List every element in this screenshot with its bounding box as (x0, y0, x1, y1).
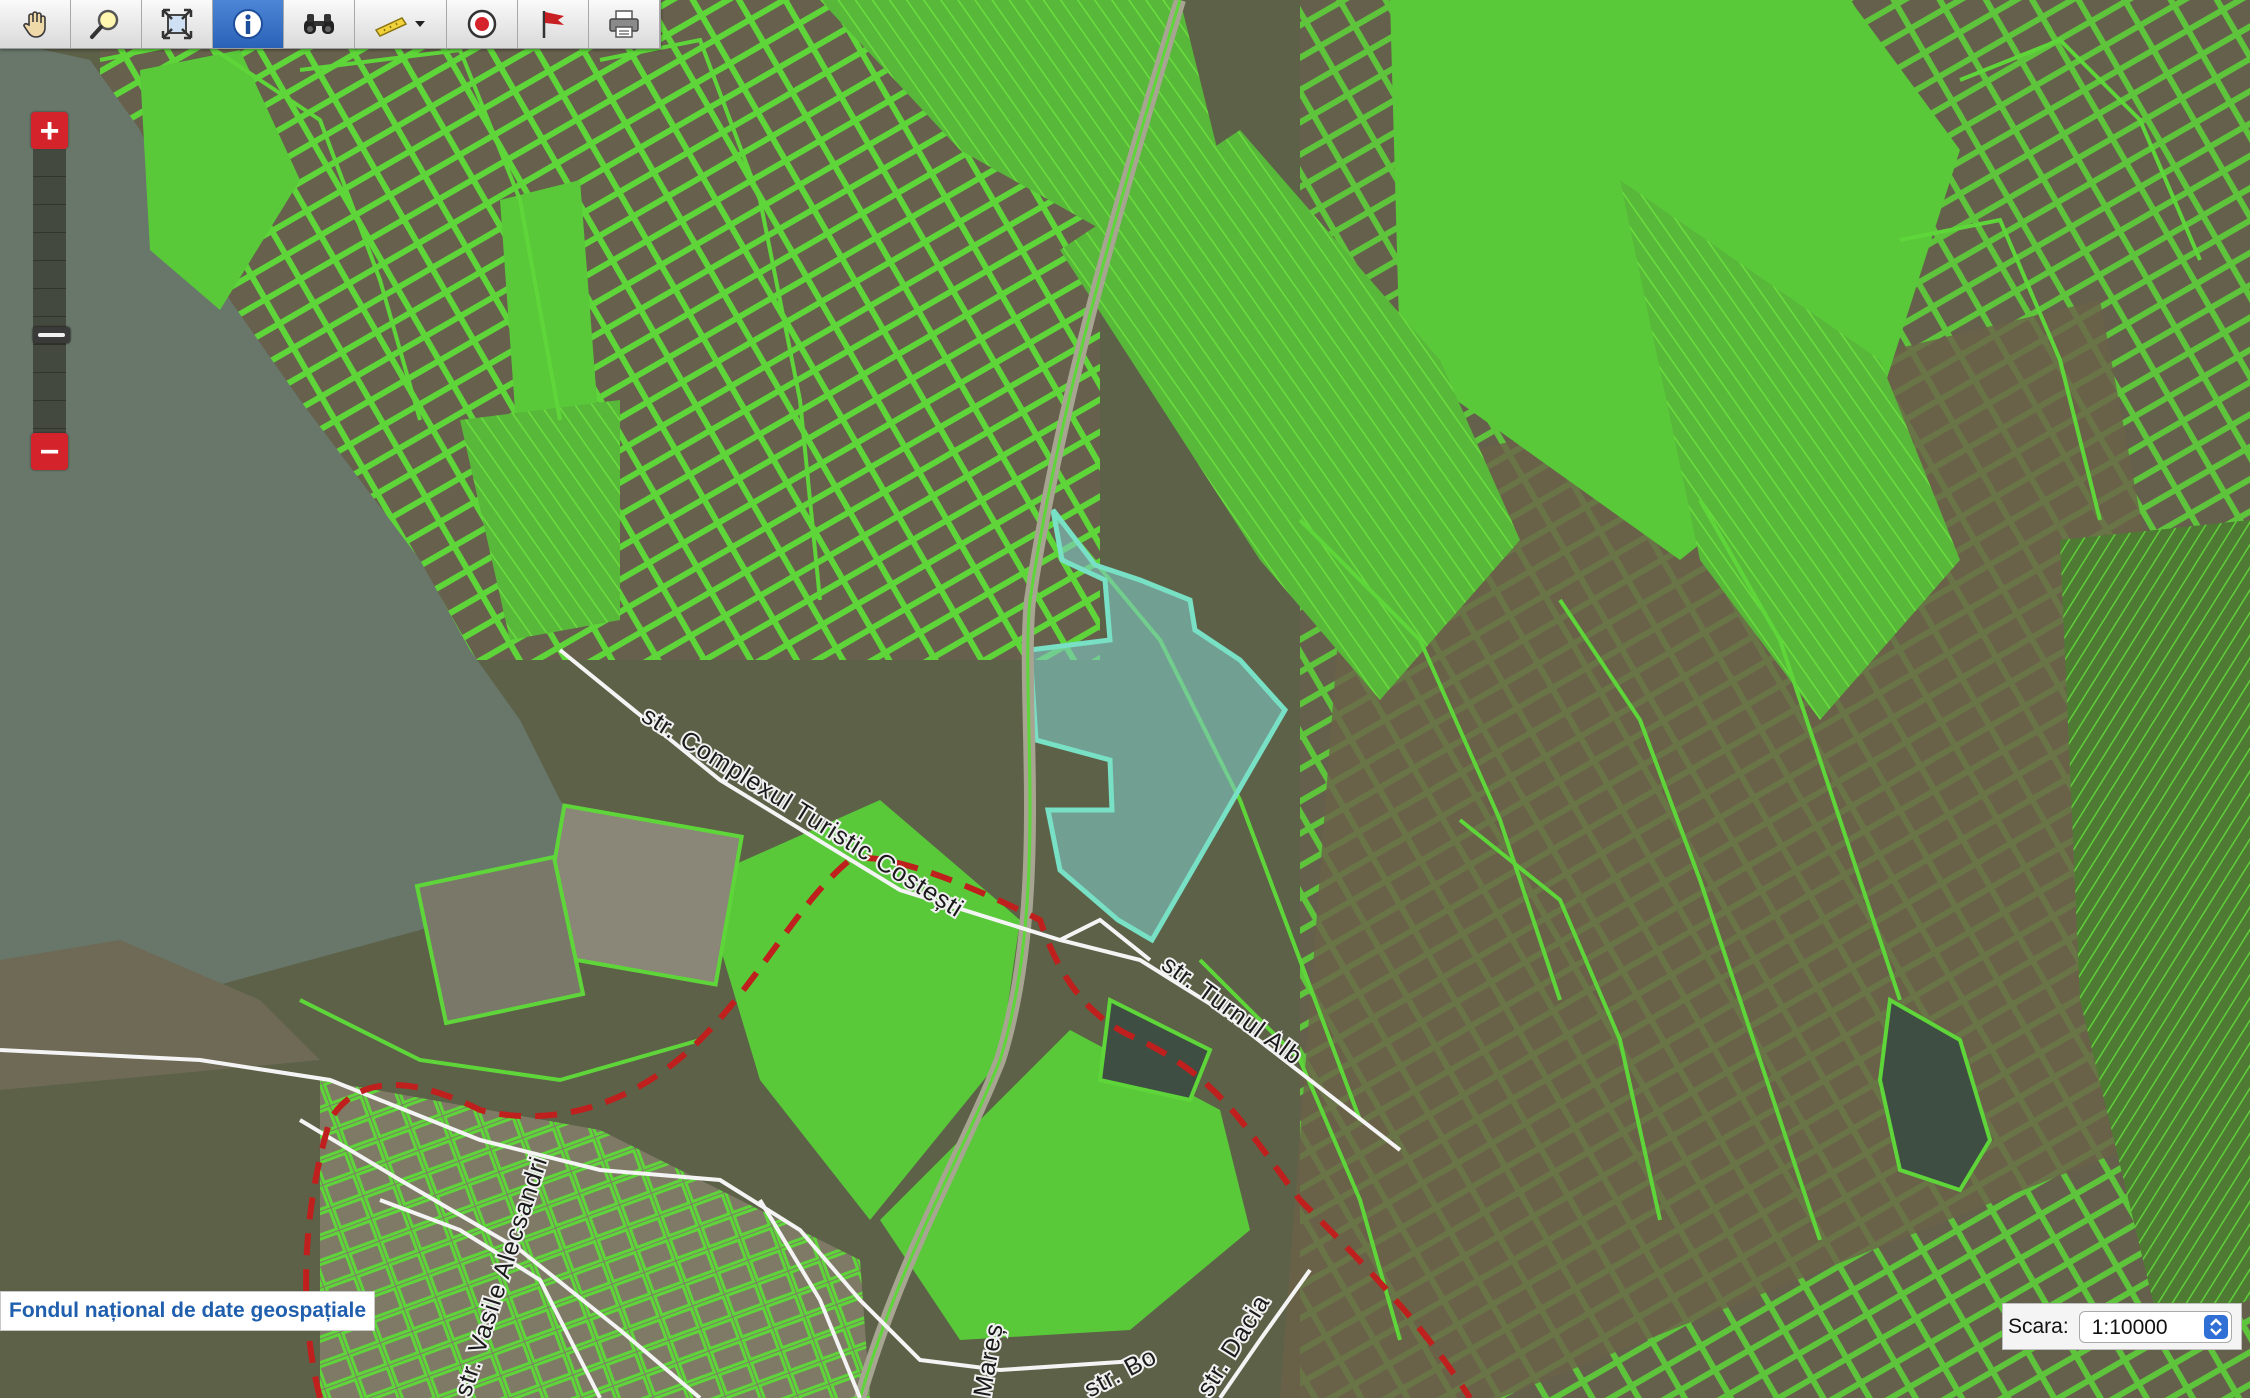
zoom-control: + − (31, 112, 70, 470)
pond-grey-2 (414, 854, 586, 1026)
parcel-block-far-east (1830, 60, 1880, 260)
full-extent-icon (161, 8, 193, 40)
identify-tool-button[interactable] (213, 0, 284, 48)
print-tool-button[interactable] (589, 0, 660, 48)
map-toolbar (0, 0, 661, 49)
map-canvas[interactable]: str. Complexul Turistic Costești str. Tu… (0, 0, 2250, 1398)
zoom-box-icon (90, 9, 119, 39)
zoom-in-button[interactable]: + (31, 112, 68, 149)
measure-ruler-icon (374, 17, 425, 37)
zoom-slider-handle[interactable] (33, 327, 70, 343)
pan-hand-icon (23, 11, 46, 38)
attribution-link[interactable]: Fondul național de date geospațiale (0, 1291, 376, 1331)
identify-info-icon (233, 9, 263, 39)
scale-value: 1:10000 (2091, 1315, 2168, 1339)
record-tool-button[interactable] (447, 0, 518, 48)
print-icon (609, 10, 639, 38)
flag-tool-button[interactable] (518, 0, 589, 48)
zoom-box-tool-button[interactable] (71, 0, 142, 48)
pan-tool-button[interactable] (0, 0, 71, 48)
scale-control: Scara: 1:10000 (2002, 1303, 2242, 1350)
zoom-out-button[interactable]: − (31, 433, 68, 470)
binoculars-search-icon (304, 14, 334, 34)
zoom-slider-track[interactable] (33, 149, 70, 433)
flag-icon (542, 11, 564, 38)
search-tool-button[interactable] (284, 0, 355, 48)
select-arrows-icon (2203, 1314, 2228, 1339)
measure-tool-button[interactable] (355, 0, 447, 48)
scale-label: Scara: (2008, 1314, 2069, 1338)
chevron-down-icon (414, 21, 425, 27)
full-extent-tool-button[interactable] (142, 0, 213, 48)
scale-select[interactable]: 1:10000 (2078, 1310, 2232, 1343)
record-target-icon (467, 9, 497, 39)
